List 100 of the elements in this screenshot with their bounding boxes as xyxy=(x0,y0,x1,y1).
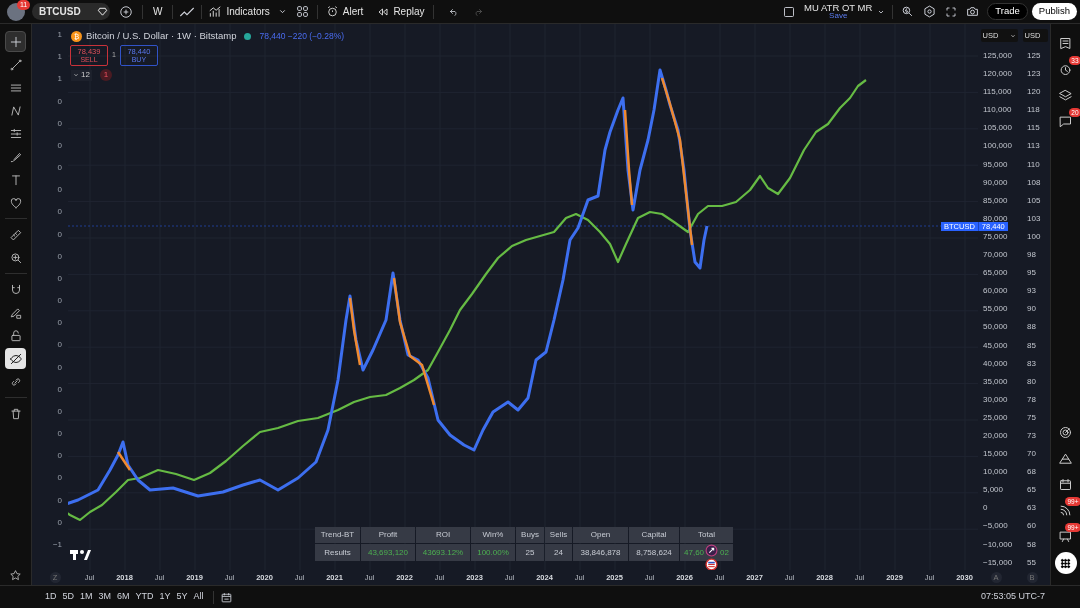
quick-search-icon[interactable] xyxy=(901,5,915,18)
zoom-in-icon xyxy=(8,250,23,265)
range-button[interactable]: All xyxy=(190,590,207,604)
alert-button[interactable]: Alert xyxy=(325,4,364,19)
scale-label: 55 xyxy=(1027,556,1036,569)
range-button[interactable]: 1Y xyxy=(156,590,174,604)
drawing-tool-button[interactable] xyxy=(5,348,26,369)
table-cell: 25 xyxy=(516,544,544,561)
price-quote: 78,440 −220 (−0.28%) xyxy=(259,29,345,43)
checkbox-icon[interactable] xyxy=(783,5,796,18)
chart-logo xyxy=(70,550,91,560)
axis-label: 0 xyxy=(57,339,62,352)
scale-label: 80 xyxy=(1027,375,1036,388)
scale-label: 73 xyxy=(1027,429,1036,442)
scale-label: 115 xyxy=(1027,122,1040,135)
symbol-search[interactable]: BTCUSD xyxy=(32,3,110,20)
fullscreen-icon[interactable] xyxy=(945,5,958,18)
apps-button[interactable] xyxy=(1054,552,1077,574)
price-label: 105,000 xyxy=(983,122,1012,135)
star-icon[interactable] xyxy=(9,569,22,582)
price-label: 0 xyxy=(983,502,988,515)
indicators-button[interactable]: Indicators xyxy=(208,4,270,19)
crosshair-icon xyxy=(8,34,23,49)
price-label: 115,000 xyxy=(983,86,1012,99)
axis-label: 0 xyxy=(57,95,62,108)
axis-label: 0 xyxy=(57,494,62,507)
layout-name[interactable]: MU ATR OT MR xyxy=(804,2,873,13)
column-header: Profit xyxy=(361,527,415,543)
axis-label: 0 xyxy=(57,228,62,241)
collapse-button[interactable]: 12 xyxy=(71,69,92,81)
price-label: 80,000 xyxy=(983,212,1008,224)
price-label: 60,000 xyxy=(983,285,1008,298)
axis-label: 0 xyxy=(57,361,62,374)
price-label: 55,000 xyxy=(983,303,1008,316)
eye-slash-icon xyxy=(8,351,23,366)
axis-label: 0 xyxy=(57,472,62,485)
price-label: 20,000 xyxy=(983,429,1008,442)
ruler-icon xyxy=(8,227,23,242)
axis-label: 0 xyxy=(57,139,62,152)
replay-button[interactable]: Replay xyxy=(377,4,425,19)
price-label: 125,000 xyxy=(983,50,1012,62)
axis-label: 1 xyxy=(57,29,62,41)
column-header: Win% xyxy=(471,527,515,543)
range-button[interactable]: 1D xyxy=(42,590,60,604)
camera-icon[interactable] xyxy=(966,5,980,18)
price-label: 120,000 xyxy=(983,68,1012,81)
table-cell: 100.00% xyxy=(471,544,515,561)
levels-icon xyxy=(8,126,23,141)
scale-label: 110 xyxy=(1027,158,1040,171)
price-label: 40,000 xyxy=(983,357,1008,370)
scale-label: 78 xyxy=(1027,393,1036,406)
templates-icon[interactable] xyxy=(295,5,309,18)
range-button[interactable]: 5D xyxy=(59,590,78,604)
zigzag-icon xyxy=(8,103,23,118)
price-label: 45,000 xyxy=(983,339,1008,352)
scale-label: 103 xyxy=(1027,212,1041,225)
axis-label: 0 xyxy=(57,295,62,308)
axis-label: 0 xyxy=(57,162,62,175)
table-cell: 24 xyxy=(545,544,572,561)
chart-title[interactable]: Bitcoin / U.S. Dollar · 1W · Bitstamp xyxy=(86,29,237,44)
scale-label: 90 xyxy=(1027,303,1036,316)
axis-label: 0 xyxy=(57,250,62,263)
range-button[interactable]: 1M xyxy=(77,590,96,604)
axis-label: 1 xyxy=(57,51,62,64)
heart-icon xyxy=(8,195,23,210)
price-label: 100,000 xyxy=(983,140,1012,153)
price-label: 75,000 xyxy=(983,230,1008,243)
interval-button[interactable]: W xyxy=(149,4,167,19)
range-button[interactable]: 6M xyxy=(114,590,133,604)
error-badge[interactable]: 1 xyxy=(99,69,112,81)
price-label: 90,000 xyxy=(983,176,1008,189)
table-cell: 38,846,878 xyxy=(573,544,628,561)
avatar[interactable] xyxy=(7,2,25,21)
axis-label: 0 xyxy=(57,317,62,330)
diamond-icon xyxy=(97,6,108,17)
publish-button[interactable]: Publish xyxy=(1031,3,1077,20)
scale-label: 58 xyxy=(1027,538,1036,551)
range-button[interactable]: 5Y xyxy=(173,590,191,604)
scale-label: 75 xyxy=(1027,411,1036,424)
table-cell: Results xyxy=(315,544,360,561)
column-header: Buys xyxy=(516,527,544,543)
settings-icon[interactable] xyxy=(923,5,937,18)
calendar-range-icon[interactable] xyxy=(219,590,233,604)
scale-label: 105 xyxy=(1027,194,1041,207)
trade-button[interactable]: Trade xyxy=(987,3,1028,20)
add-icon[interactable] xyxy=(119,4,133,19)
scale-label: 120 xyxy=(1027,86,1041,99)
clock: 07:53:05 UTC-7 xyxy=(980,590,1045,604)
axis-label: 0 xyxy=(57,272,62,285)
calendar-icon xyxy=(1058,476,1073,492)
price-label: 65,000 xyxy=(983,267,1008,280)
caret-icon[interactable] xyxy=(277,7,287,16)
column-header: Trend-BT xyxy=(315,527,360,543)
range-button[interactable]: 3M xyxy=(95,590,115,604)
axis-label: 0 xyxy=(57,405,62,418)
range-button[interactable]: YTD xyxy=(132,590,157,604)
save-link[interactable]: Save xyxy=(829,12,848,21)
scale-label: 100 xyxy=(1027,230,1041,243)
price-label: 25,000 xyxy=(983,411,1008,424)
table-cell: 43,693,120 xyxy=(361,544,415,561)
